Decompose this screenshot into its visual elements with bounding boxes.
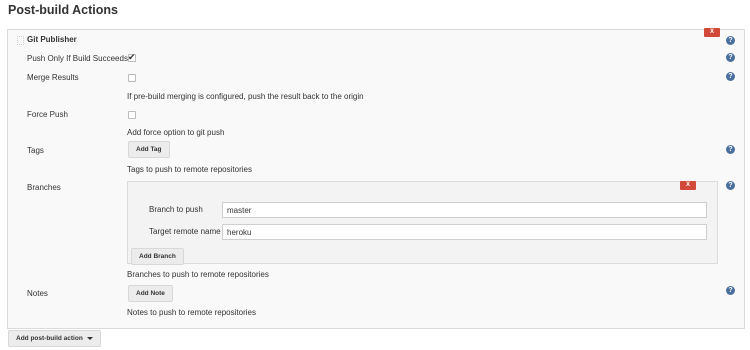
- help-icon[interactable]: ?: [726, 36, 735, 45]
- help-icon[interactable]: ?: [726, 145, 735, 154]
- delete-publisher-button[interactable]: X: [704, 28, 720, 37]
- push-only-checkbox[interactable]: [128, 52, 136, 63]
- branches-label: Branches: [27, 183, 61, 192]
- help-icon[interactable]: ?: [726, 286, 735, 295]
- branch-to-push-label: Branch to push: [149, 205, 203, 214]
- drag-handle[interactable]: [17, 36, 24, 45]
- force-push-checkbox[interactable]: [128, 111, 136, 119]
- merge-results-description: If pre-build merging is configured, push…: [127, 92, 364, 101]
- target-remote-name-label: Target remote name: [149, 227, 221, 236]
- push-only-label: Push Only If Build Succeeds: [27, 54, 128, 63]
- add-branch-button[interactable]: Add Branch: [131, 248, 184, 265]
- add-post-build-action-button[interactable]: Add post-build action: [8, 330, 101, 347]
- notes-label: Notes: [27, 289, 48, 298]
- add-post-build-action-label: Add post-build action: [16, 335, 83, 342]
- help-icon[interactable]: ?: [726, 72, 735, 81]
- notes-description: Notes to push to remote repositories: [127, 308, 256, 317]
- git-publisher-title: Git Publisher: [27, 35, 77, 44]
- branch-entry-panel: [127, 181, 718, 264]
- tags-label: Tags: [27, 146, 44, 155]
- git-publisher-panel: [7, 29, 745, 329]
- merge-results-checkbox[interactable]: [128, 74, 136, 82]
- force-push-label: Force Push: [27, 110, 68, 119]
- delete-branch-button[interactable]: X: [680, 181, 696, 190]
- help-icon[interactable]: ?: [726, 53, 735, 62]
- add-note-button[interactable]: Add Note: [128, 285, 173, 302]
- caret-down-icon: [86, 336, 93, 340]
- section-title: Post-build Actions: [8, 3, 118, 17]
- branches-description: Branches to push to remote repositories: [127, 270, 269, 279]
- branch-to-push-input[interactable]: master: [222, 202, 707, 218]
- help-icon[interactable]: ?: [726, 181, 735, 190]
- merge-results-label: Merge Results: [27, 73, 79, 82]
- add-tag-button[interactable]: Add Tag: [128, 141, 170, 158]
- target-remote-name-input[interactable]: heroku: [222, 224, 707, 240]
- tags-description: Tags to push to remote repositories: [127, 165, 252, 174]
- force-push-description: Add force option to git push: [127, 128, 225, 137]
